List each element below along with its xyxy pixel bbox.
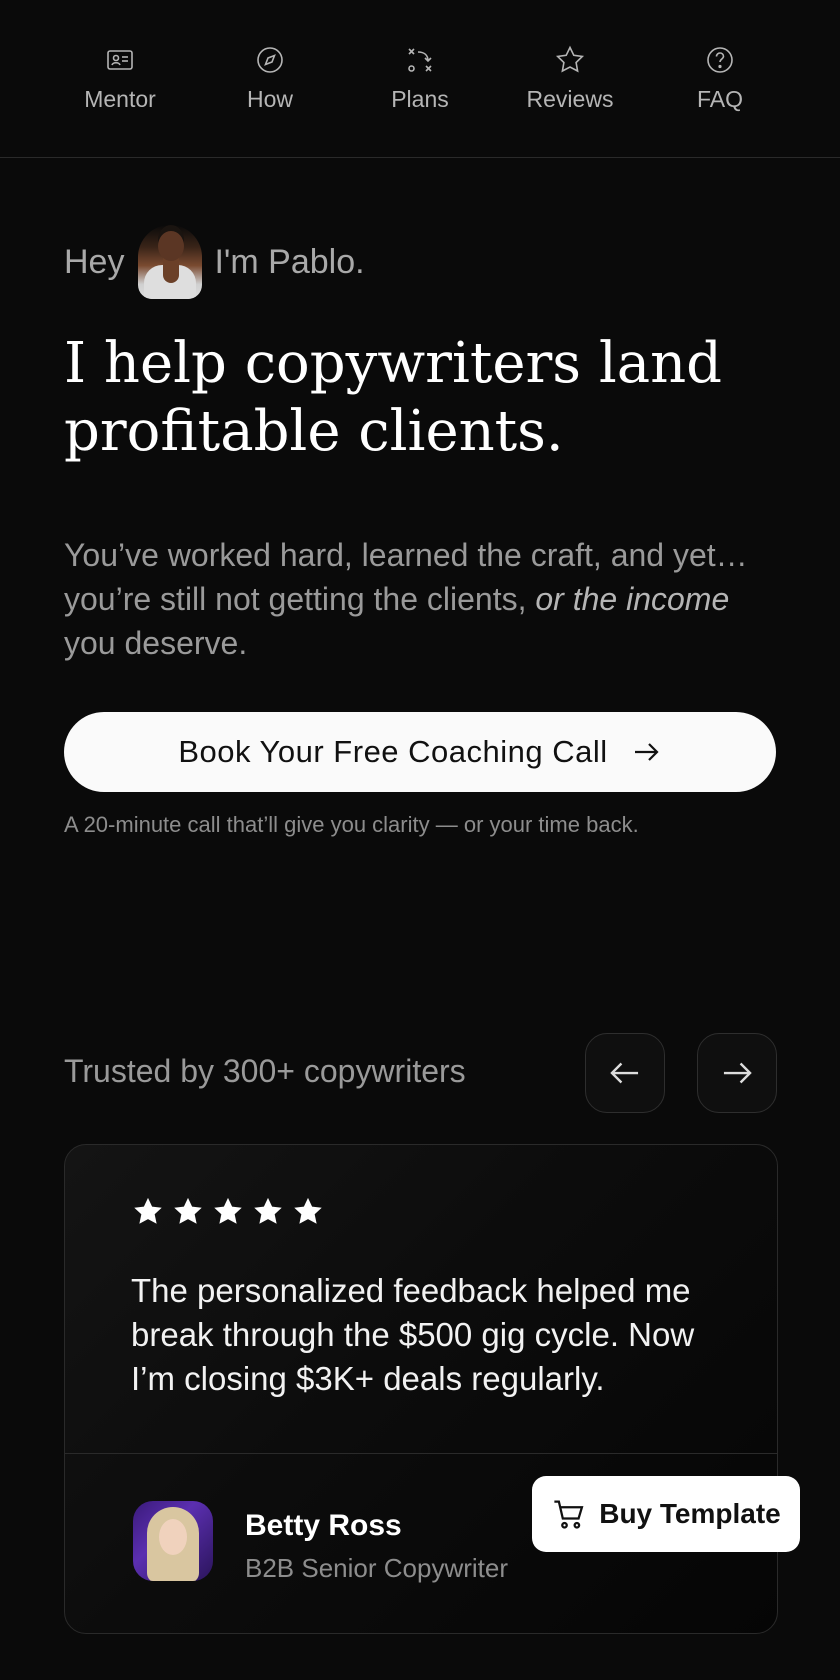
nav-label-mentor: Mentor [84, 86, 156, 112]
reviewer-avatar [133, 1501, 213, 1581]
prev-testimonial-button[interactable] [585, 1033, 665, 1113]
buy-template-button[interactable]: Buy Template [532, 1476, 800, 1552]
question-circle-icon [707, 47, 733, 73]
nav-item-how[interactable]: How [220, 44, 320, 113]
arrow-right-icon [634, 743, 659, 761]
nav-label-reviews: Reviews [526, 86, 614, 112]
nav-item-plans[interactable]: Plans [370, 44, 470, 113]
star-icon [555, 45, 585, 73]
star-filled-icon [134, 1197, 162, 1224]
arrow-left-icon [610, 1062, 639, 1084]
reviewer-name: Betty Ross [245, 1509, 402, 1542]
hero-greeting: Hey I'm Pablo. [64, 225, 365, 299]
nav-item-reviews[interactable]: Reviews [520, 44, 620, 113]
compass-icon [257, 47, 283, 73]
pablo-avatar [138, 225, 203, 299]
greeting-name: I'm Pablo. [214, 242, 365, 281]
top-nav: Mentor How Plans Reviews FAQ [0, 0, 840, 158]
star-filled-icon [214, 1197, 242, 1224]
buy-template-label: Buy Template [599, 1498, 781, 1529]
card-divider [65, 1453, 777, 1454]
cart-icon [554, 1500, 584, 1529]
hero-subcopy: You’ve worked hard, learned the craft, a… [64, 533, 784, 665]
star-filled-icon [174, 1197, 202, 1224]
testimonials-heading: Trusted by 300+ copywriters [64, 1053, 466, 1089]
subcopy-italic: or the income [535, 581, 730, 617]
hero-headline: I help copywriters land profitable clien… [64, 331, 723, 464]
greeting-hey: Hey [64, 242, 125, 281]
next-testimonial-button[interactable] [697, 1033, 777, 1113]
reviewer-role: B2B Senior Copywriter [245, 1553, 508, 1583]
arrow-right-icon [723, 1062, 752, 1084]
subcopy-end: you deserve. [64, 625, 248, 661]
star-rating [131, 1195, 325, 1229]
nav-label-how: How [246, 86, 293, 112]
nav-label-faq: FAQ [696, 86, 743, 112]
testimonial-quote: The personalized feedback helped me brea… [131, 1272, 695, 1397]
id-card-icon [107, 50, 133, 70]
star-filled-icon [294, 1197, 322, 1224]
cta-note: A 20-minute call that’ll give you clarit… [64, 812, 639, 837]
nav-item-faq[interactable]: FAQ [670, 44, 770, 113]
strategy-icon [408, 48, 432, 72]
book-call-button[interactable]: Book Your Free Coaching Call [64, 712, 776, 792]
book-call-label: Book Your Free Coaching Call [178, 734, 608, 769]
star-filled-icon [254, 1197, 282, 1224]
testimonial-card: The personalized feedback helped me brea… [64, 1144, 778, 1634]
nav-item-mentor[interactable]: Mentor [70, 44, 170, 113]
nav-label-plans: Plans [391, 86, 449, 112]
